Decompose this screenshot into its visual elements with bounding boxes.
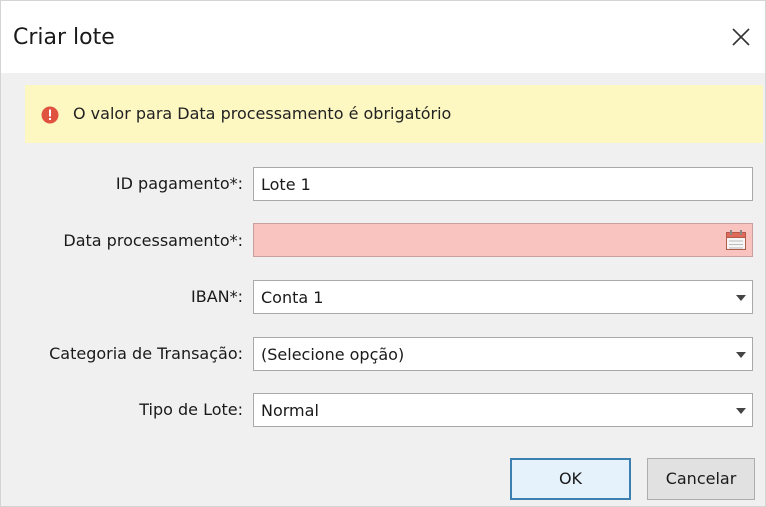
processing-date-label: Data processamento*: [63, 231, 243, 250]
chevron-down-icon [736, 295, 746, 301]
iban-select[interactable]: Conta 1 [253, 280, 753, 314]
payment-id-field[interactable]: Lote 1 [253, 167, 753, 201]
create-batch-dialog: Criar lote O valor para Data processamen… [0, 0, 766, 507]
dialog-title: Criar lote [13, 25, 115, 50]
close-icon[interactable] [727, 23, 755, 51]
title-bar: Criar lote [1, 1, 765, 73]
error-icon [41, 106, 59, 124]
batch-type-label: Tipo de Lote: [139, 400, 243, 419]
chevron-down-icon [736, 408, 746, 414]
batch-type-value: Normal [261, 401, 319, 420]
iban-label: IBAN*: [191, 287, 243, 306]
error-banner: O valor para Data processamento é obriga… [25, 85, 763, 143]
transaction-category-value: (Selecione opção) [261, 345, 405, 364]
transaction-category-select[interactable]: (Selecione opção) [253, 337, 753, 371]
processing-date-field[interactable] [253, 223, 753, 257]
payment-id-value: Lote 1 [261, 175, 311, 194]
payment-id-label: ID pagamento*: [115, 174, 243, 193]
cancel-button[interactable]: Cancelar [647, 458, 755, 500]
transaction-category-label: Categoria de Transação: [49, 344, 243, 363]
error-message: O valor para Data processamento é obriga… [73, 104, 452, 123]
batch-type-select[interactable]: Normal [253, 393, 753, 427]
chevron-down-icon [736, 352, 746, 358]
iban-value: Conta 1 [261, 288, 324, 307]
calendar-icon[interactable] [724, 228, 748, 252]
ok-button[interactable]: OK [510, 458, 631, 500]
